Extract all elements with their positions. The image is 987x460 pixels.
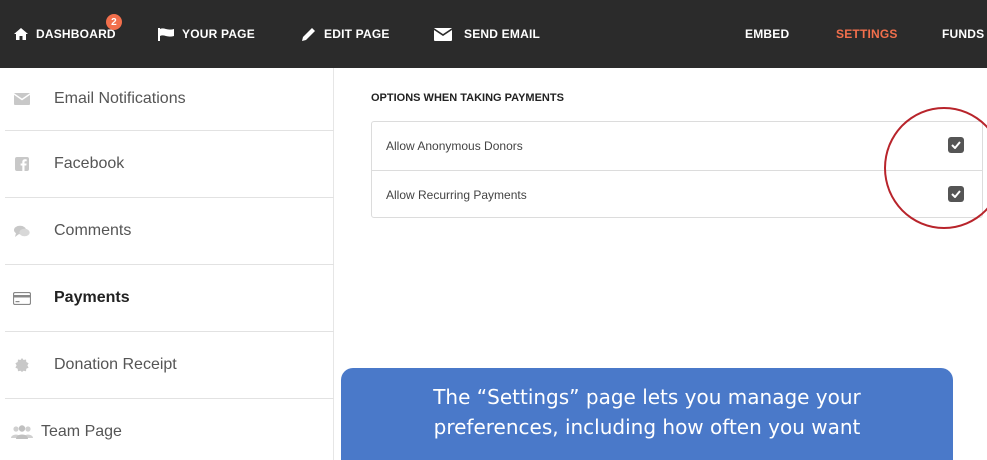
nav-edit-page-label: EDIT PAGE [324,27,390,41]
nav-settings[interactable]: SETTINGS [836,0,898,68]
nav-funds[interactable]: FUNDS [942,0,984,68]
credit-card-icon [11,291,33,305]
settings-sidebar: Email Notifications Facebook Comments Pa… [5,68,334,460]
nav-your-page[interactable]: YOUR PAGE [158,0,255,68]
sidebar-item-team-page[interactable]: Team Page [5,399,334,460]
sidebar-item-label: Donation Receipt [54,356,177,373]
nav-edit-page[interactable]: EDIT PAGE [301,0,390,68]
nav-send-email[interactable]: SEND EMAIL [434,0,540,68]
callout-line-1: The “Settings” page lets you manage your [433,385,861,409]
pencil-icon [301,27,316,42]
top-navigation-bar: DASHBOARD 2 YOUR PAGE EDIT PAGE SEND EMA… [0,0,987,68]
comments-icon [11,225,33,238]
facebook-icon [11,157,33,171]
nav-dashboard-label: DASHBOARD [36,27,116,41]
nav-send-email-label: SEND EMAIL [464,27,541,41]
users-icon [11,425,33,439]
nav-funds-label: FUNDS [942,27,985,41]
nav-dashboard[interactable]: DASHBOARD [14,0,116,68]
option-label: Allow Recurring Payments [386,187,527,202]
sidebar-item-donation-receipt[interactable]: Donation Receipt [5,332,334,399]
certificate-icon [11,358,33,372]
sidebar-item-label: Facebook [54,155,125,172]
tutorial-callout: The “Settings” page lets you manage your… [341,368,953,460]
home-icon [14,28,28,40]
nav-embed[interactable]: EMBED [745,0,789,68]
payment-options-title: OPTIONS WHEN TAKING PAYMENTS [371,92,564,104]
nav-settings-label: SETTINGS [836,27,898,41]
sidebar-item-payments[interactable]: Payments [5,265,334,332]
notification-badge: 2 [106,14,122,30]
sidebar-item-label: Comments [54,222,132,239]
envelope-icon [434,27,452,41]
nav-your-page-label: YOUR PAGE [182,27,255,41]
flag-icon [158,27,174,41]
nav-embed-label: EMBED [745,27,790,41]
envelope-icon [11,93,33,105]
sidebar-item-label: Email Notifications [54,90,186,107]
sidebar-item-label: Team Page [41,423,122,440]
sidebar-item-label: Payments [54,289,130,306]
sidebar-item-email-notifications[interactable]: Email Notifications [5,68,334,131]
callout-line-2: preferences, including how often you wan… [433,415,861,439]
sidebar-item-facebook[interactable]: Facebook [5,131,334,198]
option-label: Allow Anonymous Donors [386,139,523,153]
sidebar-item-comments[interactable]: Comments [5,198,334,265]
